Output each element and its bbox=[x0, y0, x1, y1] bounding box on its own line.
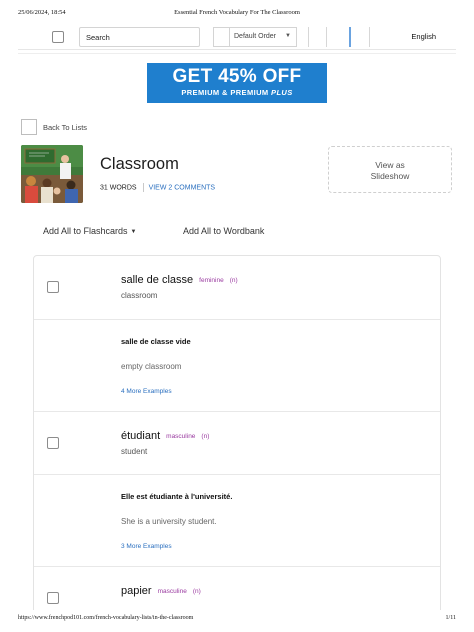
divider bbox=[18, 53, 456, 54]
gender-tag: masculine bbox=[166, 433, 196, 440]
vocab-word[interactable]: papier masculine (n) bbox=[121, 585, 201, 597]
part-of-speech-tag: (n) bbox=[229, 277, 238, 284]
bulk-actions: Add All to Flashcards ▼ Add All to Wordba… bbox=[43, 226, 264, 236]
gender-tag: masculine bbox=[157, 588, 187, 595]
vocab-toolbar: Search Default Order ▼ English bbox=[18, 24, 456, 50]
promo-sub-prefix: PREMIUM & PREMIUM bbox=[181, 88, 272, 97]
promo-banner[interactable]: GET 45% OFF PREMIUM & PREMIUM PLUS bbox=[147, 63, 327, 103]
toolbar-divider bbox=[308, 27, 309, 47]
print-url: https://www.frenchpod101.com/french-voca… bbox=[18, 615, 194, 621]
toolbar-divider-active[interactable] bbox=[349, 27, 351, 47]
word-checkbox[interactable] bbox=[47, 437, 59, 449]
word-translation: student bbox=[121, 447, 148, 456]
example-english: empty classroom bbox=[121, 362, 182, 371]
slideshow-label-line2: Slideshow bbox=[370, 170, 410, 181]
example-french: salle de classe vide bbox=[121, 337, 191, 346]
caret-down-icon: ▼ bbox=[130, 229, 137, 235]
example-french: Elle est étudiante à l'université. bbox=[121, 492, 233, 501]
print-page-number: 1/11 bbox=[445, 615, 456, 621]
promo-headline: GET 45% OFF bbox=[172, 66, 302, 87]
part-of-speech-tag: (n) bbox=[192, 588, 201, 595]
promo-subline: PREMIUM & PREMIUM PLUS bbox=[147, 88, 327, 97]
example-block: Elle est étudiante à l'université. She i… bbox=[34, 474, 440, 566]
more-examples-link[interactable]: 4 More Examples bbox=[121, 388, 172, 395]
word-count: 31 WORDS bbox=[100, 184, 137, 192]
list-title: Classroom bbox=[100, 155, 179, 173]
add-all-to-flashcards-button[interactable]: Add All to Flashcards ▼ bbox=[43, 226, 137, 236]
print-footer: https://www.frenchpod101.com/french-voca… bbox=[18, 613, 456, 623]
language-selector[interactable]: English bbox=[411, 32, 436, 41]
word-text: papier bbox=[121, 585, 152, 597]
vocab-word[interactable]: étudiant masculine (n) bbox=[121, 430, 209, 442]
list-thumbnail-image bbox=[21, 145, 83, 203]
word-text: salle de classe bbox=[121, 274, 194, 286]
add-all-to-wordbank-button[interactable]: Add All to Wordbank bbox=[183, 226, 264, 236]
print-header: 25/06/2024, 18:54 Essential French Vocab… bbox=[18, 9, 456, 21]
list-item: salle de classe feminine (n) classroom bbox=[34, 256, 440, 319]
word-text: étudiant bbox=[121, 430, 161, 442]
sort-order-value: Default Order bbox=[234, 33, 277, 40]
promo-sub-emphasis: PLUS bbox=[271, 88, 293, 97]
slideshow-label-line1: View as bbox=[375, 160, 405, 170]
sort-direction-button[interactable] bbox=[213, 27, 229, 47]
add-all-flashcards-label: Add All to Flashcards bbox=[43, 226, 128, 236]
word-checkbox[interactable] bbox=[47, 592, 59, 604]
part-of-speech-tag: (n) bbox=[201, 433, 210, 440]
list-item: étudiant masculine (n) student bbox=[34, 411, 440, 474]
back-arrow-icon bbox=[21, 119, 37, 135]
sort-order-select[interactable]: Default Order ▼ bbox=[229, 27, 297, 47]
list-meta: 31 WORDS VIEW 2 COMMENTS bbox=[100, 183, 215, 192]
vocab-word[interactable]: salle de classe feminine (n) bbox=[121, 274, 238, 286]
example-block: salle de classe vide empty classroom 4 M… bbox=[34, 319, 440, 411]
chevron-down-icon: ▼ bbox=[285, 33, 291, 39]
search-input[interactable]: Search bbox=[79, 27, 200, 47]
back-to-lists-label: Back To Lists bbox=[43, 123, 88, 132]
toolbar-divider bbox=[326, 27, 327, 47]
toolbar-divider bbox=[369, 27, 370, 47]
view-comments-link[interactable]: VIEW 2 COMMENTS bbox=[149, 184, 216, 191]
select-all-checkbox[interactable] bbox=[52, 31, 64, 43]
more-examples-link[interactable]: 3 More Examples bbox=[121, 543, 172, 550]
view-as-slideshow-button[interactable]: View as Slideshow bbox=[328, 146, 452, 193]
word-checkbox[interactable] bbox=[47, 281, 59, 293]
vocabulary-list: salle de classe feminine (n) classroom sal… bbox=[33, 255, 441, 632]
word-translation: classroom bbox=[121, 291, 158, 300]
gender-tag: feminine bbox=[199, 277, 224, 284]
print-title: Essential French Vocabulary For The Clas… bbox=[174, 9, 300, 16]
example-english: She is a university student. bbox=[121, 517, 217, 526]
meta-divider bbox=[142, 183, 144, 192]
